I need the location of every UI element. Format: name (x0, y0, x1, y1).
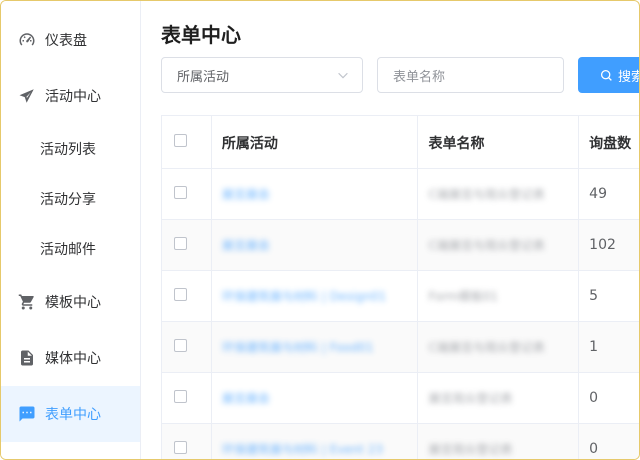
form-name-cell: C端展览与观众登记表 (418, 322, 580, 372)
form-name-cell: C端展览与观众登记表 (418, 220, 580, 270)
row-checkbox[interactable] (174, 288, 187, 301)
row-checkbox[interactable] (174, 339, 187, 352)
row-checkbox-cell (162, 424, 212, 459)
sidebar-item-activity-center[interactable]: 活动中心 (1, 68, 140, 124)
form-name-text: C端展览与观众登记表 (428, 238, 545, 253)
activity-link[interactable]: 展览展会 (222, 237, 270, 254)
activity-link[interactable]: 展览展会 (222, 186, 270, 203)
form-name-text: Form模板01 (428, 289, 498, 304)
table-row: 环保建筑展与材料 | Food01 C端展览与观众登记表 1 (162, 322, 639, 373)
dashboard-icon (17, 30, 37, 50)
column-header-label: 询盘数 (589, 136, 632, 152)
sidebar-item-label: 模板中心 (45, 295, 101, 311)
form-name-cell: C端展览与观众登记表 (418, 169, 580, 219)
row-checkbox[interactable] (174, 441, 187, 454)
table-row: 展览展会 C端展览与观众登记表 102 (162, 220, 639, 271)
sidebar-item-activity-share[interactable]: 活动分享 (1, 174, 140, 224)
inquiry-count-cell: 0 (579, 424, 639, 459)
form-name-cell: 展览观众登记表 (418, 424, 580, 459)
form-name-text: C端展览与观众登记表 (428, 187, 545, 202)
inquiry-count-cell: 5 (579, 271, 639, 321)
table-row: 展览展会 C端展览与观众登记表 49 (162, 169, 639, 220)
sidebar-item-label: 表单中心 (45, 407, 101, 423)
column-header-activity: 所属活动 (212, 116, 419, 168)
row-checkbox-cell (162, 169, 212, 219)
table-header-row: 所属活动 表单名称 询盘数 (162, 116, 639, 169)
sidebar-item-template-center[interactable]: 模板中心 (1, 274, 140, 330)
sidebar-item-media-center[interactable]: 媒体中心 (1, 330, 140, 386)
sidebar-item-label: 活动列表 (40, 142, 96, 158)
activity-link[interactable]: 环保建筑展与材料 | Food01 (222, 339, 374, 356)
select-all-cell (162, 116, 212, 168)
inquiry-count: 1 (589, 339, 599, 355)
row-checkbox-cell (162, 271, 212, 321)
sidebar-item-form-center[interactable]: 表单中心 (1, 386, 140, 442)
row-checkbox[interactable] (174, 390, 187, 403)
activity-cell: 展览展会 (212, 373, 419, 423)
row-checkbox[interactable] (174, 186, 187, 199)
form-name-placeholder: 表单名称 (393, 69, 446, 85)
forms-table: 所属活动 表单名称 询盘数 展览展会 C端展览与观众登记表 49 展览展会 C端… (161, 115, 639, 459)
inquiry-count-cell: 0 (579, 373, 639, 423)
table-row: 环保建筑展与材料 | Event 23 展览观众登记表 0 (162, 424, 639, 459)
app-window: 仪表盘 活动中心 活动列表 活动分享 活动邮件 模板中心 媒体中心 表单中心 表… (0, 0, 640, 460)
search-button[interactable]: 搜索 (578, 57, 639, 93)
sidebar: 仪表盘 活动中心 活动列表 活动分享 活动邮件 模板中心 媒体中心 表单中心 (1, 1, 141, 459)
form-name-input[interactable]: 表单名称 (377, 57, 564, 93)
column-header-label: 所属活动 (221, 136, 278, 152)
inquiry-count: 0 (589, 441, 599, 457)
page-title: 表单中心 (161, 23, 241, 47)
row-checkbox-cell (162, 322, 212, 372)
search-button-label: 搜索 (618, 69, 639, 85)
inquiry-count: 5 (589, 288, 599, 304)
sidebar-item-label: 媒体中心 (45, 351, 101, 367)
activity-cell: 展览展会 (212, 169, 419, 219)
document-icon (17, 348, 37, 368)
sidebar-item-activity-email[interactable]: 活动邮件 (1, 224, 140, 274)
activity-link[interactable]: 环保建筑展与材料 | Design01 (222, 288, 386, 305)
column-header-label: 表单名称 (428, 136, 485, 152)
sidebar-item-dashboard[interactable]: 仪表盘 (1, 12, 140, 68)
row-checkbox[interactable] (174, 237, 187, 250)
paper-plane-icon (17, 86, 37, 106)
chat-icon (17, 404, 37, 424)
table-row: 环保建筑展与材料 | Design01 Form模板01 5 (162, 271, 639, 322)
form-name-text: C端展览与观众登记表 (428, 340, 545, 355)
activity-link[interactable]: 环保建筑展与材料 | Event 23 (222, 441, 383, 458)
select-all-checkbox[interactable] (174, 134, 187, 147)
inquiry-count: 0 (589, 390, 599, 406)
chevron-down-icon (338, 72, 348, 79)
row-checkbox-cell (162, 220, 212, 270)
activity-select-placeholder: 所属活动 (177, 69, 230, 85)
activity-cell: 展览展会 (212, 220, 419, 270)
table-row: 展览展会 展览观众登记表 0 (162, 373, 639, 424)
activity-cell: 环保建筑展与材料 | Design01 (212, 271, 419, 321)
cart-icon (17, 292, 37, 312)
inquiry-count-cell: 102 (579, 220, 639, 270)
activity-cell: 环保建筑展与材料 | Food01 (212, 322, 419, 372)
form-name-text: 展览观众登记表 (428, 442, 513, 457)
activity-link[interactable]: 展览展会 (222, 390, 270, 407)
column-header-form-name: 表单名称 (418, 116, 580, 168)
sidebar-item-label: 活动邮件 (40, 242, 96, 258)
sidebar-item-label: 仪表盘 (45, 33, 87, 49)
form-name-cell: 展览观众登记表 (418, 373, 580, 423)
inquiry-count: 102 (589, 237, 616, 253)
activity-cell: 环保建筑展与材料 | Event 23 (212, 424, 419, 459)
inquiry-count-cell: 1 (579, 322, 639, 372)
form-name-cell: Form模板01 (418, 271, 580, 321)
search-icon (600, 69, 612, 81)
column-header-inquiry-count: 询盘数 (579, 116, 639, 168)
sidebar-item-label: 活动中心 (45, 89, 101, 105)
sidebar-item-activity-list[interactable]: 活动列表 (1, 124, 140, 174)
activity-select[interactable]: 所属活动 (161, 57, 363, 93)
inquiry-count: 49 (589, 186, 607, 202)
row-checkbox-cell (162, 373, 212, 423)
inquiry-count-cell: 49 (579, 169, 639, 219)
form-name-text: 展览观众登记表 (428, 391, 513, 406)
sidebar-item-label: 活动分享 (40, 192, 96, 208)
